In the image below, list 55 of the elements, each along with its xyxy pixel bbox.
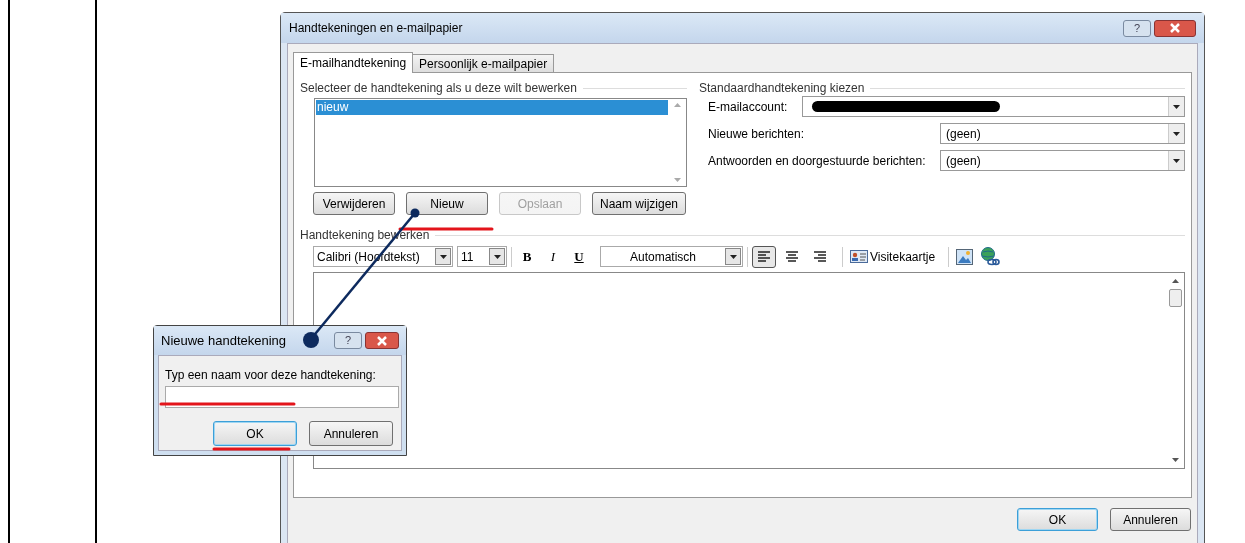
- bold-button[interactable]: B: [516, 246, 538, 267]
- signature-list[interactable]: nieuw: [314, 98, 687, 187]
- dropdown[interactable]: Automatisch: [600, 246, 743, 267]
- help-button[interactable]: ?: [1123, 19, 1151, 37]
- caret-icon: [729, 254, 737, 259]
- dialog-button[interactable]: Verwijderen: [313, 192, 395, 215]
- dropdown[interactable]: (geen): [940, 123, 1185, 144]
- insert-hyperlink-button[interactable]: [979, 246, 1002, 267]
- close-icon: [1169, 23, 1181, 33]
- field-label: E-mailaccount:: [708, 98, 789, 116]
- window-title: Nieuwe handtekening: [161, 331, 288, 350]
- align-center-icon: [784, 249, 800, 264]
- tab[interactable]: E-mailhandtekening: [293, 52, 414, 73]
- tab[interactable]: Persoonlijk e-mailpapier: [413, 54, 555, 72]
- close-icon: [376, 335, 388, 346]
- align-left-icon: [756, 249, 772, 264]
- dialog-button[interactable]: OK: [1017, 508, 1098, 531]
- list-item[interactable]: nieuw: [316, 100, 668, 115]
- help-button[interactable]: ?: [334, 332, 362, 349]
- close-button[interactable]: [1154, 19, 1196, 37]
- dialog-button[interactable]: Naam wijzigen: [592, 192, 686, 215]
- window-title: Handtekeningen en e-mailpapier: [289, 20, 464, 37]
- scroll-down-icon: [674, 178, 681, 182]
- caret-icon: [439, 254, 447, 259]
- scroll-up-icon: [1172, 279, 1179, 283]
- caret-icon: [1173, 131, 1180, 136]
- contact-card-icon: [850, 250, 868, 263]
- dropdown[interactable]: (geen): [940, 150, 1185, 171]
- italic-button[interactable]: I: [542, 246, 564, 267]
- close-button[interactable]: [365, 332, 399, 349]
- align-right-icon: [812, 249, 828, 264]
- underline-button[interactable]: U: [568, 246, 590, 267]
- name-field[interactable]: [165, 386, 399, 408]
- scroll-down-icon: [1172, 458, 1179, 462]
- field-label: Nieuwe berichten:: [708, 125, 806, 143]
- dropdown[interactable]: [802, 96, 1185, 117]
- globe-link-icon: [980, 247, 1001, 266]
- scroll-thumb[interactable]: [1169, 289, 1182, 307]
- business-card-button[interactable]: Visitekaartje: [847, 246, 939, 267]
- dropdown[interactable]: 11: [457, 246, 507, 267]
- insert-picture-button[interactable]: [953, 246, 976, 267]
- prompt-label: Typ een naam voor deze handtekening:: [165, 367, 377, 384]
- field-label: Antwoorden en doorgestuurde berichten:: [708, 152, 927, 170]
- align-left-button[interactable]: [752, 245, 776, 268]
- scroll-up-icon: [674, 103, 681, 107]
- caret-icon: [1173, 104, 1180, 109]
- dialog-button[interactable]: Annuleren: [309, 421, 393, 446]
- dialog-button[interactable]: Nieuw: [406, 192, 488, 215]
- image-icon: [955, 248, 973, 265]
- caret-icon: [1173, 158, 1180, 163]
- group-label: Selecteer de handtekening als u deze wilt bewerken: [300, 80, 577, 97]
- dialog-button[interactable]: Annuleren: [1110, 508, 1191, 531]
- caret-icon: [493, 254, 501, 259]
- group-label: Standaardhandtekening kiezen: [699, 80, 865, 97]
- dialog-button[interactable]: OK: [213, 421, 297, 446]
